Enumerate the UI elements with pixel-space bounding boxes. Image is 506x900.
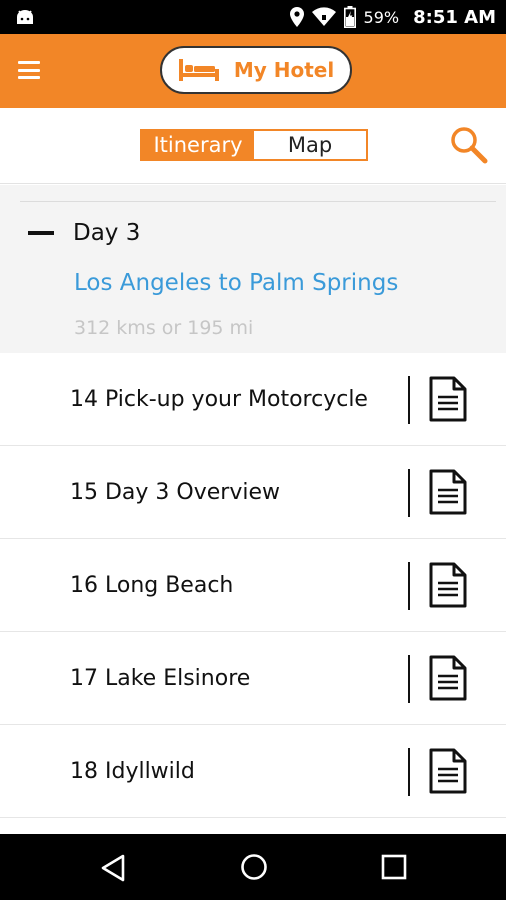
divider	[408, 655, 410, 703]
clock: 8:51 AM	[413, 6, 496, 28]
item-label: 17 Lake Elsinore	[70, 665, 251, 691]
item-label: 15 Day 3 Overview	[70, 479, 280, 505]
divider	[20, 201, 496, 202]
document-icon[interactable]	[428, 654, 468, 702]
location-icon	[289, 7, 304, 27]
collapse-minus-icon[interactable]	[28, 231, 54, 235]
status-bar: 59% 8:51 AM	[0, 0, 506, 34]
distance-text: 312 kms or 195 mi	[74, 317, 254, 339]
view-toolbar: Itinerary Map	[0, 108, 506, 184]
list-item[interactable]: 16 Long Beach	[0, 539, 506, 632]
divider	[408, 562, 410, 610]
route-link[interactable]: Los Angeles to Palm Springs	[74, 270, 398, 296]
list-item[interactable]: 14 Pick-up your Motorcycle	[0, 353, 506, 446]
battery-percent: 59%	[363, 7, 400, 27]
list-item[interactable]: 17 Lake Elsinore	[0, 632, 506, 725]
battery-icon	[343, 6, 356, 28]
my-hotel-button[interactable]: My Hotel	[160, 46, 352, 94]
view-switcher: Itinerary Map	[140, 129, 368, 161]
list-item[interactable]: 15 Day 3 Overview	[0, 446, 506, 539]
system-nav-bar	[0, 834, 506, 900]
item-label: 18 Idyllwild	[70, 758, 195, 784]
app-bar: My Hotel	[0, 34, 506, 108]
my-hotel-label: My Hotel	[233, 58, 335, 82]
document-icon[interactable]	[428, 747, 468, 795]
android-icon	[17, 10, 33, 24]
home-icon[interactable]	[240, 853, 268, 881]
document-icon[interactable]	[428, 561, 468, 609]
hamburger-menu-icon[interactable]	[18, 61, 40, 79]
item-label: 14 Pick-up your Motorcycle	[70, 386, 368, 412]
day-header-panel: Day 3 Los Angeles to Palm Springs 312 km…	[0, 185, 506, 353]
itinerary-list: 14 Pick-up your Motorcycle 15 Day 3 Over…	[0, 353, 506, 818]
day-title[interactable]: Day 3	[73, 220, 140, 246]
tab-map[interactable]: Map	[254, 131, 366, 159]
document-icon[interactable]	[428, 375, 468, 423]
divider	[408, 469, 410, 517]
back-icon[interactable]	[100, 854, 126, 882]
divider	[408, 376, 410, 424]
recents-icon[interactable]	[381, 854, 407, 880]
item-label: 16 Long Beach	[70, 572, 234, 598]
list-item[interactable]: 18 Idyllwild	[0, 725, 506, 818]
divider	[408, 748, 410, 796]
search-icon[interactable]	[450, 126, 488, 164]
wifi-icon	[311, 7, 336, 27]
document-icon[interactable]	[428, 468, 468, 516]
tab-itinerary[interactable]: Itinerary	[142, 131, 254, 159]
bed-icon	[178, 59, 219, 81]
